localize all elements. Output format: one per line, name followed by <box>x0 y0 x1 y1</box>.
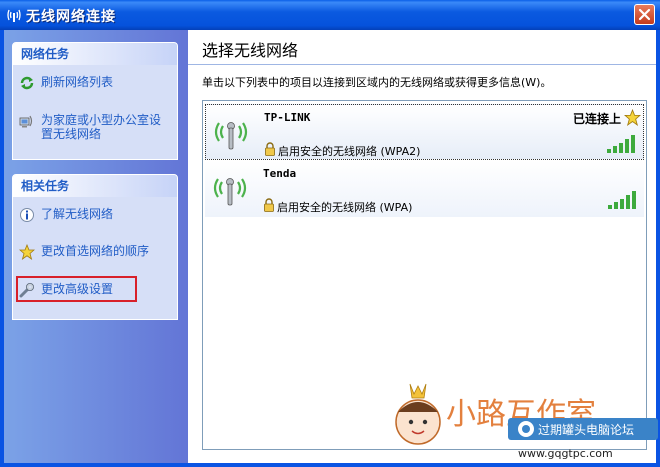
network-tasks-heading: 网络任务 <box>13 43 177 65</box>
watermark: 小路互作室 过期罐头电脑论坛 www.gqgtpc.com <box>395 383 658 460</box>
instruction-text: 单击以下列表中的项目以连接到区域内的无线网络或获得更多信息(W)。 <box>202 76 552 89</box>
setup-home-network-label-line2: 置无线网络 <box>41 127 102 141</box>
wireless-connection-window: 无线网络连接 网络任务 刷新网络列表 为家庭或小型办公室设 置无线网络 相关任务… <box>0 0 660 467</box>
setup-home-network-link[interactable]: 为家庭或小型办公室设 置无线网络 <box>19 113 175 145</box>
network-ssid: Tenda <box>263 167 297 180</box>
related-tasks-panel: 相关任务 了解无线网络 更改首选网络的顺序 更改高级设置 <box>12 174 178 320</box>
close-icon <box>638 8 651 21</box>
network-tasks-panel: 网络任务 刷新网络列表 为家庭或小型办公室设 置无线网络 <box>12 42 178 160</box>
lock-icon <box>265 142 275 156</box>
preferred-network-star-icon <box>624 109 641 126</box>
window-title: 无线网络连接 <box>26 9 116 25</box>
change-preferred-order-link[interactable]: 更改首选网络的顺序 <box>19 244 169 260</box>
network-item-tp-link[interactable]: TP-LINK 已连接上 启用安全的无线网络 (WPA2) <box>205 104 644 160</box>
refresh-icon <box>20 76 34 90</box>
title-divider <box>188 64 656 65</box>
watermark-forum: 过期罐头电脑论坛 <box>538 423 634 437</box>
learn-wireless-label: 了解无线网络 <box>41 207 114 221</box>
lock-icon <box>264 198 274 212</box>
watermark-url: www.gqgtpc.com <box>518 447 613 460</box>
title-bar[interactable]: 无线网络连接 <box>0 0 660 30</box>
home-network-setup-icon <box>19 115 33 128</box>
learn-wireless-link[interactable]: 了解无线网络 <box>19 207 169 223</box>
page-title: 选择无线网络 <box>202 41 299 60</box>
highlight-box <box>16 276 137 302</box>
security-label: 启用安全的无线网络 (WPA2) <box>278 145 421 158</box>
wireless-network-icon <box>214 122 248 150</box>
signal-strength-icon <box>608 191 636 209</box>
network-ssid: TP-LINK <box>264 111 311 124</box>
security-label: 启用安全的无线网络 (WPA) <box>277 201 413 214</box>
info-icon <box>20 208 34 222</box>
setup-home-network-label-line1: 为家庭或小型办公室设 <box>41 113 162 127</box>
close-button[interactable] <box>634 4 655 25</box>
connection-status: 已连接上 <box>572 112 621 126</box>
star-icon <box>19 244 35 260</box>
refresh-network-list-link[interactable]: 刷新网络列表 <box>19 75 169 91</box>
refresh-network-list-label: 刷新网络列表 <box>41 75 114 89</box>
signal-strength-icon <box>607 135 635 153</box>
wireless-antenna-icon <box>7 9 21 22</box>
task-pane: 网络任务 刷新网络列表 为家庭或小型办公室设 置无线网络 相关任务 了解无线网络… <box>4 30 188 463</box>
change-preferred-order-label: 更改首选网络的顺序 <box>41 244 150 258</box>
wireless-network-icon <box>213 178 247 206</box>
related-tasks-heading: 相关任务 <box>13 175 177 197</box>
network-item-tenda[interactable]: Tenda 启用安全的无线网络 (WPA) <box>205 161 644 217</box>
